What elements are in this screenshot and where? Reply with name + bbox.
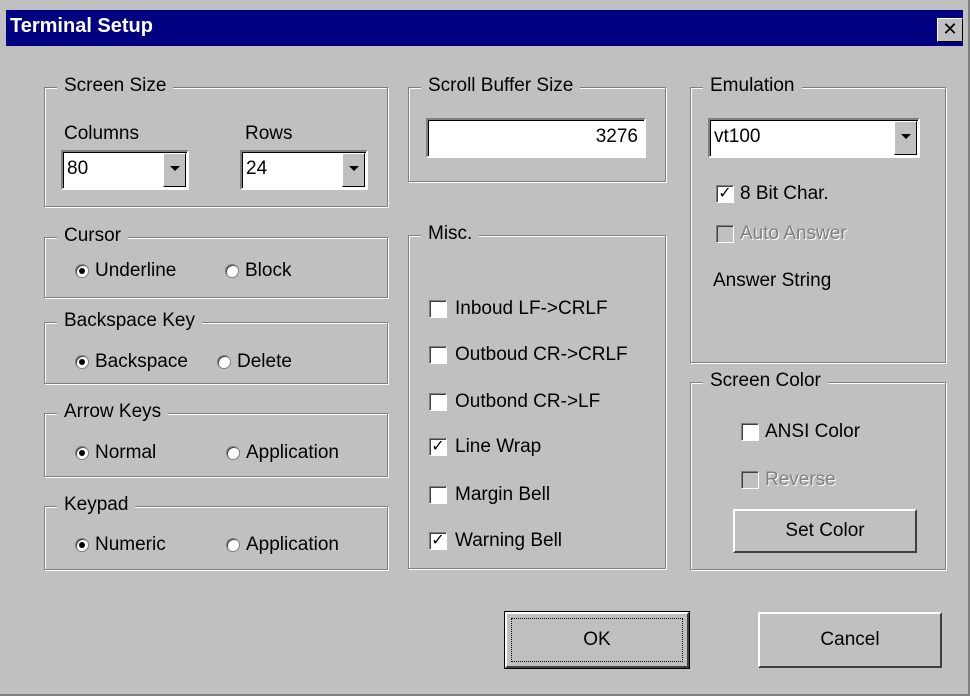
- screen-color-label: Screen Color: [703, 370, 828, 392]
- reverse-label: Reverse: [765, 469, 836, 490]
- cancel-button[interactable]: Cancel: [758, 612, 942, 668]
- keypad-group: Keypad Numeric Application: [44, 494, 388, 570]
- emulation-group: Emulation vt100 ✓ 8 Bit Char. Auto Answe…: [690, 75, 946, 363]
- warning-bell-label: Warning Bell: [455, 530, 563, 551]
- checkbox-box: [429, 346, 447, 364]
- keypad-label: Keypad: [57, 494, 136, 516]
- keypad-application-label: Application: [246, 534, 339, 555]
- radio-indicator: [75, 355, 89, 369]
- checkmark-icon: ✓: [429, 532, 447, 550]
- backspace-key-label: Backspace Key: [57, 310, 202, 332]
- radio-indicator: [75, 446, 89, 460]
- backspace-key-group: Backspace Key Backspace Delete: [44, 310, 388, 384]
- columns-label: Columns: [64, 123, 139, 144]
- scroll-buffer-value: 3276: [595, 126, 638, 147]
- chevron-down-icon[interactable]: [894, 121, 917, 155]
- eight-bit-char-label: 8 Bit Char.: [740, 183, 829, 204]
- arrow-keys-group: Arrow Keys Normal Application: [44, 401, 388, 477]
- title-bar[interactable]: Terminal Setup ✕: [6, 10, 963, 46]
- emulation-select[interactable]: vt100: [708, 118, 920, 158]
- keypad-numeric-label: Numeric: [95, 534, 166, 555]
- cursor-block-label: Block: [245, 260, 292, 281]
- radio-indicator: [225, 264, 239, 278]
- checkmark-icon: ✓: [716, 185, 734, 203]
- screen-size-group: Screen Size Columns 80 Rows 24: [44, 75, 388, 207]
- checkbox-box: [429, 393, 447, 411]
- inbound-lf-crlf-label: Inboud LF->CRLF: [455, 298, 608, 319]
- ok-label: OK: [583, 629, 611, 650]
- ok-button[interactable]: OK: [504, 611, 690, 669]
- radio-indicator: [75, 538, 89, 552]
- checkbox-box: [716, 225, 734, 243]
- arrow-keys-label: Arrow Keys: [57, 401, 169, 423]
- screen-color-group: Screen Color ANSI Color Reverse Set Colo…: [690, 370, 946, 570]
- line-wrap-label: Line Wrap: [455, 436, 542, 457]
- set-color-button[interactable]: Set Color: [733, 509, 917, 553]
- scroll-buffer-input[interactable]: 3276: [426, 118, 646, 158]
- answer-string-label: Answer String: [713, 270, 832, 291]
- columns-value: 80: [67, 158, 89, 179]
- cursor-label: Cursor: [57, 225, 129, 247]
- checkbox-box: [429, 486, 447, 504]
- checkbox-box: [429, 300, 447, 318]
- columns-select[interactable]: 80: [61, 150, 189, 190]
- auto-answer-label: Auto Answer: [740, 223, 847, 244]
- radio-indicator: [226, 446, 240, 460]
- arrow-application-label: Application: [246, 442, 339, 463]
- emulation-value: vt100: [714, 126, 761, 147]
- arrow-normal-label: Normal: [95, 442, 157, 463]
- rows-label: Rows: [245, 123, 293, 144]
- ansi-color-label: ANSI Color: [765, 421, 861, 442]
- close-button[interactable]: ✕: [937, 18, 963, 42]
- checkbox-box: [741, 423, 759, 441]
- terminal-setup-dialog: Terminal Setup ✕ Screen Size Columns 80 …: [0, 0, 970, 696]
- cursor-group: Cursor Underline Block: [44, 225, 388, 298]
- checkbox-box: [741, 471, 759, 489]
- checkmark-icon: ✓: [429, 438, 447, 456]
- outbound-cr-lf-label: Outbond CR->LF: [455, 391, 601, 412]
- emulation-label: Emulation: [703, 75, 802, 97]
- close-icon: ✕: [942, 19, 958, 39]
- chevron-down-icon[interactable]: [342, 153, 365, 187]
- outbound-cr-crlf-label: Outboud CR->CRLF: [455, 344, 628, 365]
- rows-select[interactable]: 24: [240, 150, 368, 190]
- backspace-option-label: Backspace: [95, 351, 188, 372]
- scroll-buffer-group: Scroll Buffer Size 3276: [408, 75, 666, 182]
- rows-value: 24: [246, 158, 268, 179]
- cursor-underline-label: Underline: [95, 260, 177, 281]
- delete-option-label: Delete: [237, 351, 292, 372]
- set-color-label: Set Color: [785, 520, 865, 541]
- misc-group: Misc. Inboud LF->CRLF Outboud CR->CRLF O…: [408, 223, 666, 569]
- radio-indicator: [217, 355, 231, 369]
- window-title: Terminal Setup: [10, 15, 153, 37]
- chevron-down-icon[interactable]: [163, 153, 186, 187]
- margin-bell-label: Margin Bell: [455, 484, 551, 505]
- screen-size-label: Screen Size: [57, 75, 174, 97]
- radio-indicator: [226, 538, 240, 552]
- radio-indicator: [75, 264, 89, 278]
- cancel-label: Cancel: [820, 629, 880, 650]
- scroll-buffer-label: Scroll Buffer Size: [421, 75, 581, 97]
- misc-label: Misc.: [421, 223, 480, 245]
